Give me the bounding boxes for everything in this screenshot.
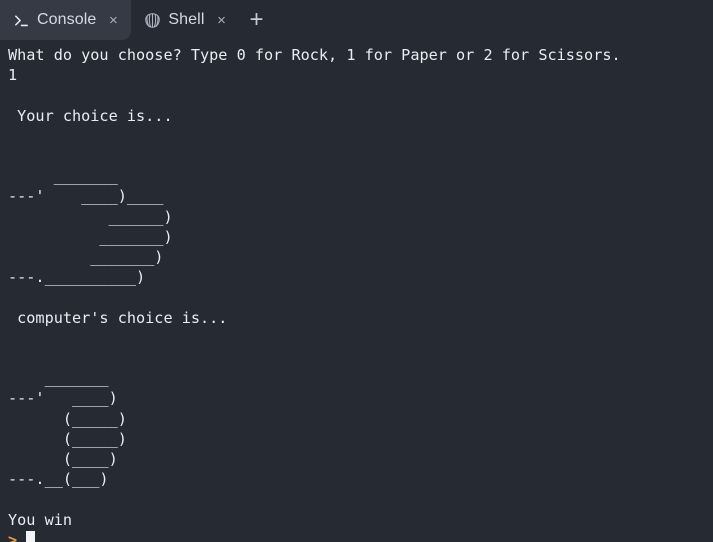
console-prompt-line[interactable]: > [8, 530, 713, 542]
tab-shell-close-icon[interactable]: × [214, 13, 228, 28]
tab-shell[interactable]: Shell × [131, 0, 239, 40]
tab-console-label: Console [37, 11, 97, 28]
console-output-text: What do you choose? Type 0 for Rock, 1 f… [8, 46, 621, 529]
add-tab-button[interactable]: + [239, 0, 273, 40]
console-pane[interactable]: What do you choose? Type 0 for Rock, 1 f… [0, 40, 713, 542]
tab-shell-label: Shell [168, 11, 205, 28]
tab-bar: Console × Shell × + [0, 0, 713, 40]
terminal-prompt-icon [12, 11, 30, 29]
seashell-icon [143, 11, 161, 29]
prompt-symbol: > [8, 530, 18, 542]
text-cursor [26, 531, 36, 542]
tab-console[interactable]: Console × [0, 0, 132, 40]
tab-console-close-icon[interactable]: × [106, 13, 120, 28]
